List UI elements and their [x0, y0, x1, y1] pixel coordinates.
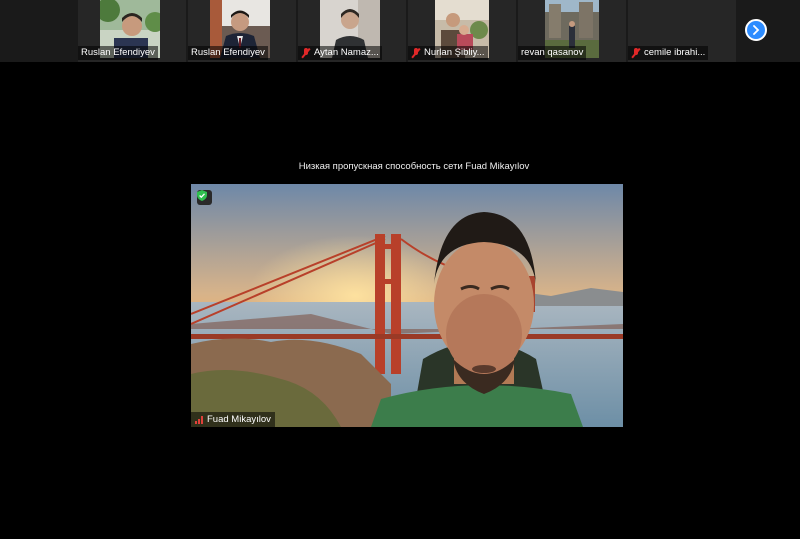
participant-strip: Ruslan Efendiyev Ruslan Efendiyev Aytan … [0, 0, 800, 62]
participant-name: cemile ibrahi... [644, 47, 706, 58]
active-speaker-video[interactable]: Fuad Mikayılov [191, 184, 623, 427]
next-page-button[interactable] [745, 19, 767, 41]
participant-name: revan qasanov [521, 47, 584, 58]
encryption-badge[interactable] [197, 190, 212, 205]
network-status-message: Низкая пропускная способность сети Fuad … [298, 161, 530, 172]
shield-check-icon [197, 190, 207, 201]
participant-name-label: Nurlan Şibliy... [408, 46, 488, 60]
participant-tile[interactable]: Ruslan Efendiyev [78, 0, 186, 62]
participant-name: Ruslan Efendiyev [81, 47, 155, 58]
participant-name-label: Ruslan Efendiyev [188, 46, 268, 60]
signal-bars-icon [195, 415, 203, 424]
participant-tile[interactable]: revan qasanov [518, 0, 626, 62]
participant-tile[interactable]: Ruslan Efendiyev [188, 0, 296, 62]
participant-tile[interactable]: cemile ibrahi... [628, 0, 736, 62]
participant-name-label: Aytan Namaz... [298, 46, 382, 60]
participant-name-label: cemile ibrahi... [628, 46, 709, 60]
active-speaker-name: Fuad Mikayılov [207, 414, 271, 425]
video-frame [191, 184, 623, 427]
participant-name-label: revan qasanov [518, 46, 587, 60]
participant-tile[interactable]: Aytan Namaz... [298, 0, 406, 62]
participant-name: Aytan Namaz... [314, 47, 379, 58]
participant-name-label: Ruslan Efendiyev [78, 46, 158, 60]
active-speaker-label: Fuad Mikayılov [191, 412, 275, 427]
participant-name: Nurlan Şibliy... [424, 47, 485, 58]
chevron-right-icon [753, 25, 760, 35]
participant-tile[interactable]: Nurlan Şibliy... [408, 0, 516, 62]
mic-muted-icon [411, 48, 421, 58]
participant-name: Ruslan Efendiyev [191, 47, 265, 58]
mic-muted-icon [301, 48, 311, 58]
mic-muted-icon [631, 48, 641, 58]
